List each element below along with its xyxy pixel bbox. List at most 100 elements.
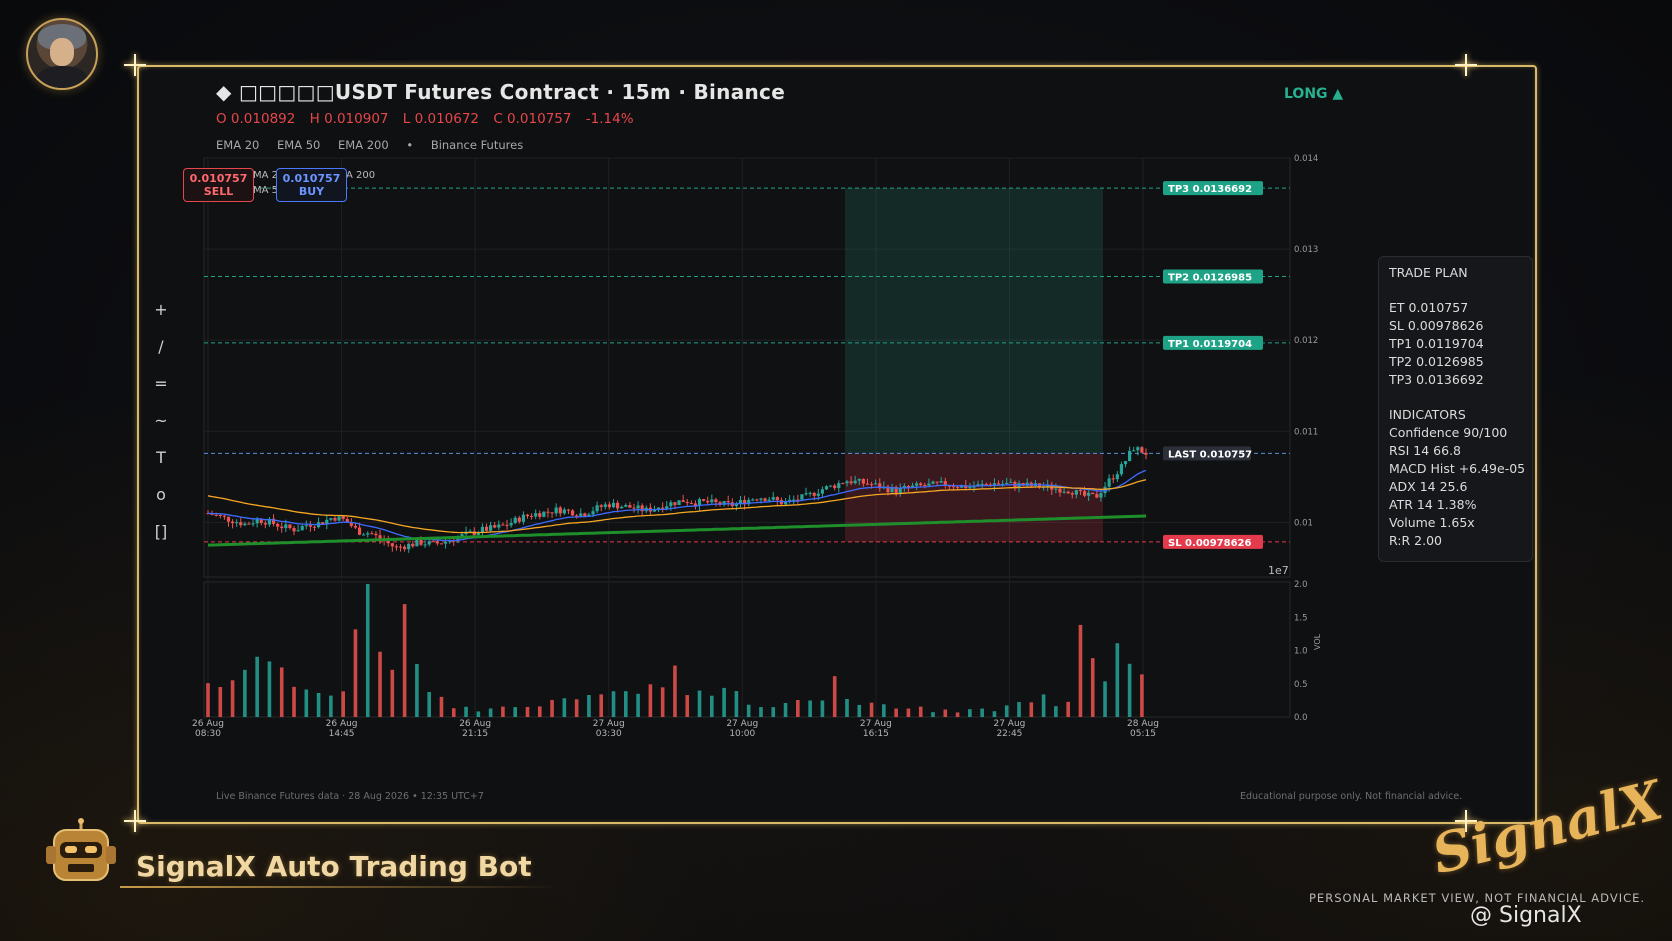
candle-body [996,483,1001,485]
candle-body [1128,450,1132,462]
candle-body [308,525,313,527]
volume-bar [771,707,776,717]
candle-body [489,525,493,531]
volume-bar [955,712,960,717]
volume-bar [746,704,751,717]
volume-bar [550,699,554,717]
volume-bar [218,687,223,717]
candle-body [501,524,505,526]
indicator-rr: R:R 2.00 [1389,533,1443,548]
candle-body [763,498,767,501]
candle [677,500,681,506]
volume-bar [943,709,948,717]
disclaimer: Educational purpose only. Not financial … [1240,791,1463,802]
indicator-rsi: RSI 14 66.8 [1389,443,1461,458]
candle-body [415,539,419,547]
candle-body [677,500,681,505]
plan-tp2: TP2 0.0126985 [1389,354,1484,369]
tp2-level-label: TP2 0.0126985 [1168,273,1252,284]
candle-body [685,502,689,504]
volume-bar [968,709,972,717]
candle-body [816,493,820,496]
candle-body [394,546,399,548]
candle-body [955,487,960,489]
volume-tick-label: 2.0 [1294,580,1308,590]
candle-body [808,492,812,494]
candle-body [218,514,222,516]
volume-tick-label: 0.0 [1294,713,1308,723]
price-tick-label: 0.011 [1294,427,1318,437]
candle-body [300,526,304,531]
candle-body [927,483,931,486]
volume-bar [660,687,665,717]
candle-body [689,503,693,505]
candle-body [353,525,358,528]
candle-body [263,522,267,525]
plan-entry: ET 0.010757 [1389,300,1469,315]
volume-bar [304,689,309,717]
candle-body [673,502,677,505]
indicator-adx: ADX 14 25.6 [1389,479,1468,494]
volume-bar [918,706,923,717]
data-source-note: Live Binance Futures data · 28 Aug 2026 … [216,791,484,802]
candle-body [939,481,943,483]
buy-price: 0.010757 [282,172,341,185]
time-tick-label: 08:30 [195,729,221,739]
candle-body [419,539,423,545]
candle-body [398,546,403,548]
volume-tick-label: 1.5 [1294,613,1308,623]
candle-body [513,517,517,524]
volume-bar [623,691,628,717]
trade-plan-title: TRADE PLAN [1389,265,1468,280]
candle-body [542,511,546,517]
volume-bar [1017,702,1021,717]
volume-bar [230,680,235,717]
bot-brand-name: SignalX Auto Trading Bot [136,850,532,883]
candle-body [919,483,923,486]
candle-body [759,498,763,500]
candle-body [841,483,845,485]
candle-body [370,533,374,535]
time-tick-label: 27 Aug [593,719,625,729]
candle-body [226,516,231,522]
candle-body [525,514,530,517]
volume-bar [1140,674,1144,717]
volume-bar [316,693,321,717]
candle-body [1091,492,1095,495]
candle-body [575,515,579,517]
candle-body [1082,491,1087,496]
indicator-macd: MACD Hist +6.49e-05 [1389,461,1526,476]
candle-body [374,533,378,536]
sell-price: 0.010757 [189,172,248,185]
brand-underline [120,886,560,888]
buy-button[interactable]: 0.010757 BUY [276,168,347,202]
candle-body [403,546,407,550]
tp1-level-label: TP1 0.0119704 [1168,339,1252,350]
candle-body [849,481,853,484]
last-price-level-label: LAST 0.010757 [1168,449,1252,460]
volume-bar [1090,658,1095,717]
volume-bar [243,669,247,717]
volume-bar [501,706,505,717]
candle-body [751,499,755,501]
time-tick-label: 16:15 [863,729,889,739]
plan-tp3: TP3 0.0136692 [1389,372,1484,387]
candle-body [669,502,673,507]
volume-bar [759,707,763,717]
candle [542,511,546,518]
volume-bar [464,706,468,717]
candle-body [861,478,865,484]
candle-body [534,513,538,517]
volume-bar [525,706,530,717]
price-tick-label: 0.012 [1294,336,1318,346]
candle-body [697,499,702,506]
sell-button[interactable]: 0.010757 SELL [183,168,254,202]
candle-body [288,524,292,529]
volume-bar [365,584,370,717]
candle-body [632,507,636,509]
time-tick-label: 21:15 [462,729,488,739]
time-tick-label: 26 Aug [459,719,491,729]
volume-bar [599,694,604,717]
candle-body [304,525,308,527]
volume-bar [329,695,333,717]
